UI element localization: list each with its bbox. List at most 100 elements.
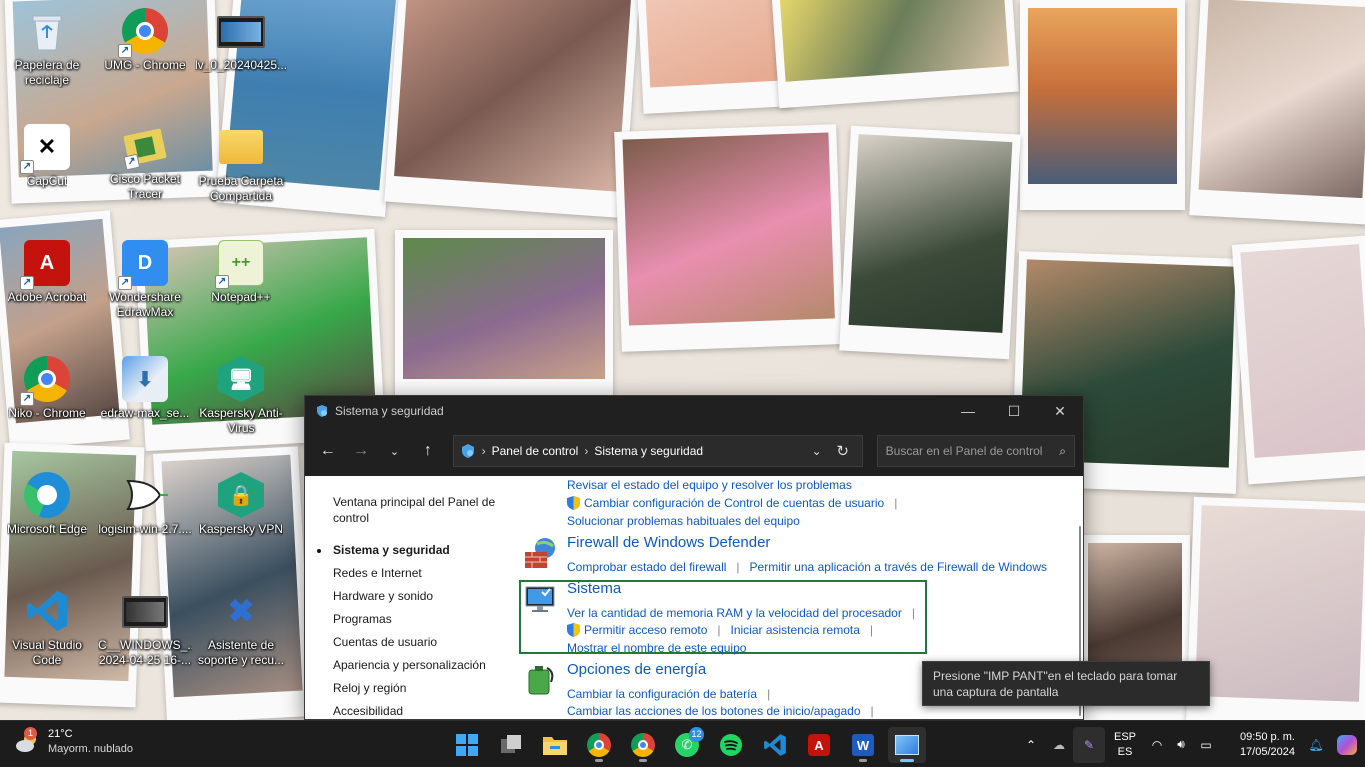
chrome-profile-button[interactable] [580,727,618,763]
nav-item-hardware-sound[interactable]: Hardware y sonido [333,585,505,608]
desktop-icon-kaspersky-antivirus[interactable]: 🖥 Kaspersky Anti-Virus [194,356,288,436]
notification-bell-icon[interactable]: 🔔︎ [1303,738,1329,752]
running-indicator [595,759,603,762]
link-separator: | [767,687,771,701]
breadcrumb-separator-icon: › [481,444,486,458]
copilot-icon[interactable] [1329,734,1365,755]
power-buttons-link[interactable]: Cambiar las acciones de los botones de i… [567,704,861,718]
search-box[interactable]: ⌕ [876,435,1075,467]
wallpaper-photo [1231,235,1365,485]
support-assistant-icon: ✖ [227,593,255,629]
search-input[interactable] [885,444,1060,458]
nav-item-programs[interactable]: Programas [333,608,505,631]
desktop-icon-label: Wondershare EdrawMax [109,290,181,319]
close-button[interactable]: ✕ [1037,396,1083,426]
file-explorer-button[interactable] [536,727,574,763]
word-button[interactable]: W [844,727,882,763]
minimize-button[interactable]: — [945,396,991,426]
clock[interactable]: 09:50 p. m. 17/05/2024 [1219,730,1295,760]
wifi-icon[interactable]: ◠ [1145,738,1169,752]
window-titlebar[interactable]: Sistema y seguridad — ☐ ✕ [305,396,1083,426]
control-panel-icon [317,405,327,417]
edge-icon [24,472,70,518]
desktop-icon-windows-recording[interactable]: C__WINDOWS_... 2024-04-25 16-... [98,588,192,668]
folder-icon [219,130,263,164]
recent-locations-button[interactable]: ⌄ [380,436,409,466]
recycle-bin-icon [24,8,70,54]
control-panel-button[interactable] [888,727,926,763]
firewall-title[interactable]: Firewall de Windows Defender [567,534,770,551]
desktop-icon-label: C__WINDOWS_... 2024-04-25 16-... [98,638,192,667]
desktop-icon-packet-tracer[interactable]: ↗ Cisco Packet Tracer [98,124,192,202]
nav-item-network-internet[interactable]: Redes e Internet [333,562,505,585]
nav-item-system-security[interactable]: Sistema y seguridad [317,539,505,562]
refresh-button[interactable]: ↻ [830,438,856,464]
show-hidden-icons-button[interactable]: ⌃ [1017,738,1045,752]
running-indicator [900,759,914,762]
link-separator: | [717,623,721,637]
show-computer-name-link[interactable]: Mostrar el nombre de este equipo [567,641,746,655]
desktop-icon-kaspersky-vpn[interactable]: 🔒 Kaspersky VPN [194,472,288,537]
acrobat-icon: A [808,734,830,756]
address-dropdown-button[interactable]: ⌄ [804,438,830,464]
address-bar[interactable]: › Panel de control › Sistema y seguridad… [452,435,863,467]
check-firewall-link[interactable]: Comprobar estado del firewall [567,560,726,574]
maximize-button[interactable]: ☐ [991,396,1037,426]
allow-remote-access-link[interactable]: Permitir acceso remoto [584,623,707,637]
desktop-icon-label: lv_0_20240425... [194,58,288,72]
wallpaper-photo [636,0,794,114]
pen-menu-icon[interactable]: ✎ [1073,726,1105,763]
nav-item-appearance[interactable]: Apariencia y personalización [333,654,505,677]
weather-widget[interactable]: 1 21°C Mayorm. nublado [14,727,133,757]
desktop-icon-edge[interactable]: Microsoft Edge [0,472,94,537]
start-button[interactable] [448,727,486,763]
desktop-icon-edrawmax[interactable]: D ↗ Wondershare EdrawMax [98,240,192,320]
desktop-icon-capcut[interactable]: ✕ ↗ CapCut [0,124,94,189]
shortcut-arrow-icon: ↗ [20,276,34,290]
link-separator: | [911,606,915,620]
desktop-icon-logisim[interactable]: logisim-win-2.7.... [98,472,192,537]
desktop-icon-acrobat[interactable]: A ↗ Adobe Acrobat [0,240,94,305]
spotify-button[interactable] [712,727,750,763]
system-title[interactable]: Sistema [567,580,621,597]
view-ram-cpu-link[interactable]: Ver la cantidad de memoria RAM y la velo… [567,606,902,620]
desktop-icon-support-assistant[interactable]: ✖ Asistente de soporte y recu... [194,588,288,668]
desktop-icon-niko-chrome[interactable]: ↗ Niko - Chrome [0,356,94,421]
vscode-button[interactable] [756,727,794,763]
whatsapp-button[interactable]: ✆ 12 [668,727,706,763]
desktop-icon-vscode[interactable]: Visual Studio Code [0,588,94,668]
nav-item-user-accounts[interactable]: Cuentas de usuario [333,631,505,654]
onedrive-status-icon[interactable]: ☁ [1045,738,1073,752]
nav-item-accessibility[interactable]: Accesibilidad [333,700,505,719]
desktop-icon-edraw-installer[interactable]: ⬇ edraw-max_se... [98,356,192,421]
power-options-title[interactable]: Opciones de energía [567,661,706,678]
control-panel-home-link[interactable]: Ventana principal del Panel de control [333,494,503,526]
back-button[interactable]: ← [313,436,342,466]
desktop-icon-umg-chrome[interactable]: ↗ UMG - Chrome [98,8,192,73]
nav-item-clock-region[interactable]: Reloj y región [333,677,505,700]
forward-button[interactable]: → [346,436,375,466]
remote-assistance-link[interactable]: Iniciar asistencia remota [731,623,860,637]
volume-icon[interactable]: 🔊︎ [1169,737,1193,752]
task-view-button[interactable] [492,727,530,763]
desktop-icon-folder[interactable]: Prueba Carpeta Compartida [194,124,288,204]
battery-icon[interactable]: ▭ [1193,738,1219,752]
desktop-icon-video-file[interactable]: lv_0_20240425... [194,8,288,73]
uac-settings-link[interactable]: Cambiar configuración de Control de cuen… [584,496,884,510]
acrobat-button[interactable]: A [800,727,838,763]
allow-app-firewall-link[interactable]: Permitir una aplicación a través de Fire… [750,560,1047,574]
clock-date: 17/05/2024 [1239,745,1295,758]
troubleshoot-link[interactable]: Solucionar problemas habituales del equi… [567,514,800,528]
battery-settings-link[interactable]: Cambiar la configuración de batería [567,687,757,701]
print-screen-tooltip: Presione "IMP PANT"en el teclado para to… [922,661,1210,706]
review-status-link[interactable]: Revisar el estado del equipo y resolver … [567,478,852,492]
breadcrumb-control-panel[interactable]: Panel de control [492,444,579,458]
desktop-icon-recycle-bin[interactable]: Papelera de reciclaje [0,8,94,88]
weather-alert-badge: 1 [24,727,37,740]
input-language-indicator[interactable]: ESP ES [1105,730,1145,760]
desktop-icon-notepad-plus-plus[interactable]: ++ ↗ Notepad++ [194,240,288,305]
breadcrumb-system-security[interactable]: Sistema y seguridad [594,444,703,458]
up-button[interactable]: ↑ [413,436,442,466]
kaspersky-vpn-icon: 🔒 [218,472,264,518]
chrome-button[interactable] [624,727,662,763]
